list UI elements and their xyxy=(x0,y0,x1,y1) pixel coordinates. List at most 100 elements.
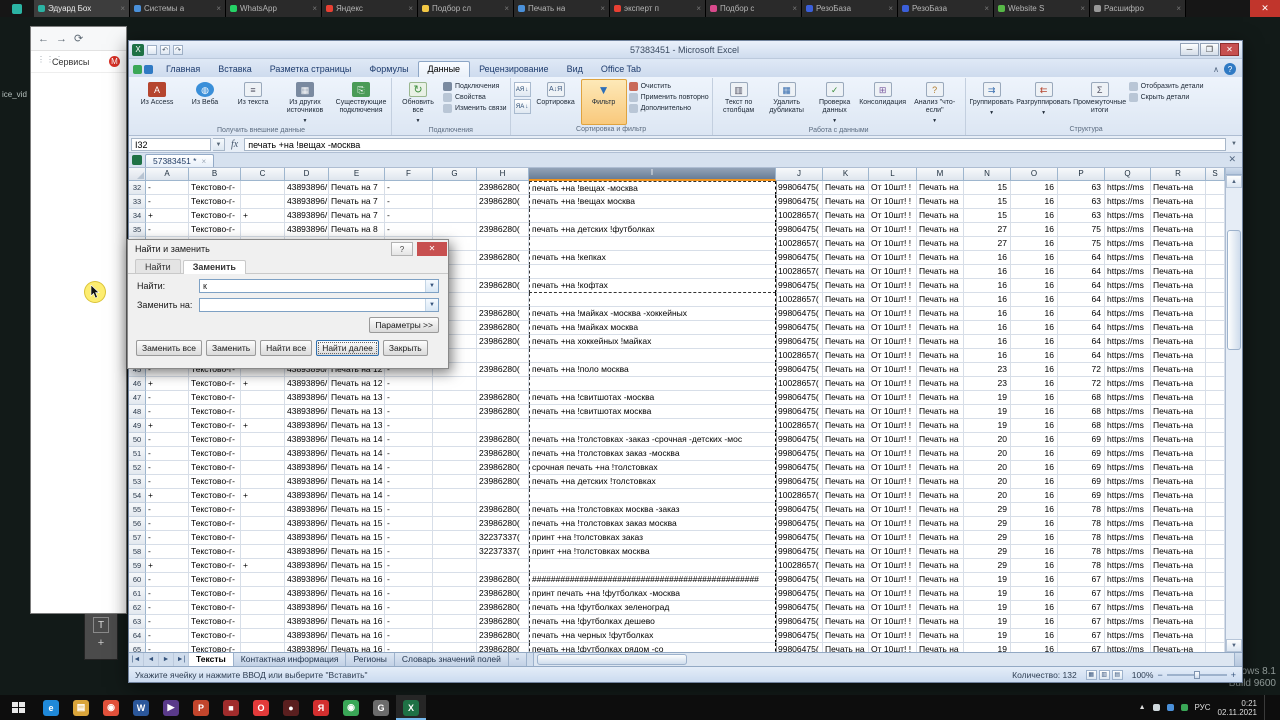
cell-P44[interactable]: 64 xyxy=(1058,349,1105,363)
cell-K53[interactable]: Печать на xyxy=(823,475,869,489)
cell-A54[interactable]: + xyxy=(146,489,189,503)
start-button[interactable] xyxy=(0,695,36,720)
cell-O61[interactable]: 16 xyxy=(1011,587,1058,601)
cell-P53[interactable]: 69 xyxy=(1058,475,1105,489)
cell-H52[interactable]: 23986280( xyxy=(477,461,529,475)
column-header-R[interactable]: R xyxy=(1151,168,1206,181)
cell-S48[interactable] xyxy=(1206,405,1225,419)
cell-K61[interactable]: Печать на xyxy=(823,587,869,601)
tab-close-icon[interactable]: × xyxy=(312,4,317,13)
column-header-Q[interactable]: Q xyxy=(1105,168,1151,181)
cell-H63[interactable]: 23986280( xyxy=(477,615,529,629)
row-header-59[interactable]: 59 xyxy=(129,559,146,573)
row-header-51[interactable]: 51 xyxy=(129,447,146,461)
tab-close-icon[interactable]: × xyxy=(120,4,125,13)
cell-O41[interactable]: 16 xyxy=(1011,307,1058,321)
cell-I37[interactable]: печать +на !кепках xyxy=(529,251,776,265)
cell-P62[interactable]: 67 xyxy=(1058,601,1105,615)
close-button[interactable]: ✕ xyxy=(1220,43,1239,56)
tab-close-icon[interactable]: × xyxy=(408,4,413,13)
column-header-A[interactable]: A xyxy=(146,168,189,181)
cell-H46[interactable] xyxy=(477,377,529,391)
cell-J54[interactable]: 10028657( xyxy=(776,489,823,503)
cell-M56[interactable]: Печать на xyxy=(917,517,964,531)
cell-S32[interactable] xyxy=(1206,181,1225,195)
cell-S59[interactable] xyxy=(1206,559,1225,573)
cell-E32[interactable]: Печать на 7 xyxy=(329,181,385,195)
cell-P48[interactable]: 68 xyxy=(1058,405,1105,419)
cell-B52[interactable]: Текстово-г- xyxy=(189,461,241,475)
cell-Q47[interactable]: https://ms xyxy=(1105,391,1151,405)
cell-O34[interactable]: 16 xyxy=(1011,209,1058,223)
cell-I32[interactable]: печать +на !вещах -москва xyxy=(529,181,776,195)
from-access-button[interactable]: AИз Access xyxy=(134,79,180,126)
cell-D32[interactable]: 43893896/ xyxy=(285,181,329,195)
browser-tab-8[interactable]: РезоБаза× xyxy=(802,0,898,17)
cell-R50[interactable]: Печать-на xyxy=(1151,433,1206,447)
column-header-B[interactable]: B xyxy=(189,168,241,181)
cell-O63[interactable]: 16 xyxy=(1011,615,1058,629)
cell-A32[interactable]: - xyxy=(146,181,189,195)
tab-close-icon[interactable]: × xyxy=(888,4,893,13)
cell-E57[interactable]: Печать на 15 xyxy=(329,531,385,545)
cell-Q36[interactable]: https://ms xyxy=(1105,237,1151,251)
cell-I47[interactable]: печать +на !свитшотах -москва xyxy=(529,391,776,405)
horizontal-split-handle[interactable] xyxy=(1234,653,1242,666)
cell-J41[interactable]: 99806475( xyxy=(776,307,823,321)
addin-icon-blue[interactable] xyxy=(144,65,153,74)
cell-Q44[interactable]: https://ms xyxy=(1105,349,1151,363)
cell-H54[interactable] xyxy=(477,489,529,503)
cell-Q55[interactable]: https://ms xyxy=(1105,503,1151,517)
cell-J46[interactable]: 10028657( xyxy=(776,377,823,391)
cell-C32[interactable] xyxy=(241,181,285,195)
row-header-48[interactable]: 48 xyxy=(129,405,146,419)
ribbon-tab-Формулы[interactable]: Формулы xyxy=(360,62,417,77)
cell-J44[interactable]: 10028657( xyxy=(776,349,823,363)
cell-Q45[interactable]: https://ms xyxy=(1105,363,1151,377)
cell-F55[interactable]: - xyxy=(385,503,433,517)
cell-A49[interactable]: + xyxy=(146,419,189,433)
cell-M49[interactable]: Печать на xyxy=(917,419,964,433)
cell-I45[interactable]: печать +на !поло москва xyxy=(529,363,776,377)
cell-D65[interactable]: 43893896/ xyxy=(285,643,329,652)
cell-F50[interactable]: - xyxy=(385,433,433,447)
cell-P42[interactable]: 64 xyxy=(1058,321,1105,335)
cell-S36[interactable] xyxy=(1206,237,1225,251)
cell-R65[interactable]: Печать-на xyxy=(1151,643,1206,652)
cell-N43[interactable]: 16 xyxy=(964,335,1011,349)
cell-H62[interactable]: 23986280( xyxy=(477,601,529,615)
vertical-scroll-thumb[interactable] xyxy=(1227,230,1241,350)
cell-B54[interactable]: Текстово-г- xyxy=(189,489,241,503)
taskbar-gimp[interactable]: G xyxy=(366,695,396,720)
cell-K45[interactable]: Печать на xyxy=(823,363,869,377)
cell-C49[interactable]: + xyxy=(241,419,285,433)
cell-I62[interactable]: печать +на !футболках зеленоград xyxy=(529,601,776,615)
cell-D47[interactable]: 43893896/ xyxy=(285,391,329,405)
cell-P34[interactable]: 63 xyxy=(1058,209,1105,223)
cell-I61[interactable]: принт печать +на !футболках -москва xyxy=(529,587,776,601)
cell-J57[interactable]: 99806475( xyxy=(776,531,823,545)
cell-E61[interactable]: Печать на 16 xyxy=(329,587,385,601)
cell-N65[interactable]: 19 xyxy=(964,643,1011,652)
tab-close-icon[interactable]: × xyxy=(696,4,701,13)
cell-O42[interactable]: 16 xyxy=(1011,321,1058,335)
maximize-button[interactable]: ❐ xyxy=(1200,43,1219,56)
cell-L45[interactable]: От 10шт! ! xyxy=(869,363,917,377)
cell-F46[interactable]: - xyxy=(385,377,433,391)
cell-E58[interactable]: Печать на 15 xyxy=(329,545,385,559)
cell-Q65[interactable]: https://ms xyxy=(1105,643,1151,652)
cell-D33[interactable]: 43893896/ xyxy=(285,195,329,209)
cell-G53[interactable] xyxy=(433,475,477,489)
cell-K62[interactable]: Печать на xyxy=(823,601,869,615)
vertical-split-handle[interactable] xyxy=(1226,168,1242,175)
cell-P61[interactable]: 67 xyxy=(1058,587,1105,601)
cell-J51[interactable]: 99806475( xyxy=(776,447,823,461)
forward-icon[interactable]: → xyxy=(56,33,67,45)
taskbar-chrome[interactable]: ◉ xyxy=(96,695,126,720)
cell-S40[interactable] xyxy=(1206,293,1225,307)
cell-M47[interactable]: Печать на xyxy=(917,391,964,405)
cell-Q61[interactable]: https://ms xyxy=(1105,587,1151,601)
cell-K41[interactable]: Печать на xyxy=(823,307,869,321)
cell-L43[interactable]: От 10шт! ! xyxy=(869,335,917,349)
cell-I52[interactable]: срочная печать +на !толстовках xyxy=(529,461,776,475)
